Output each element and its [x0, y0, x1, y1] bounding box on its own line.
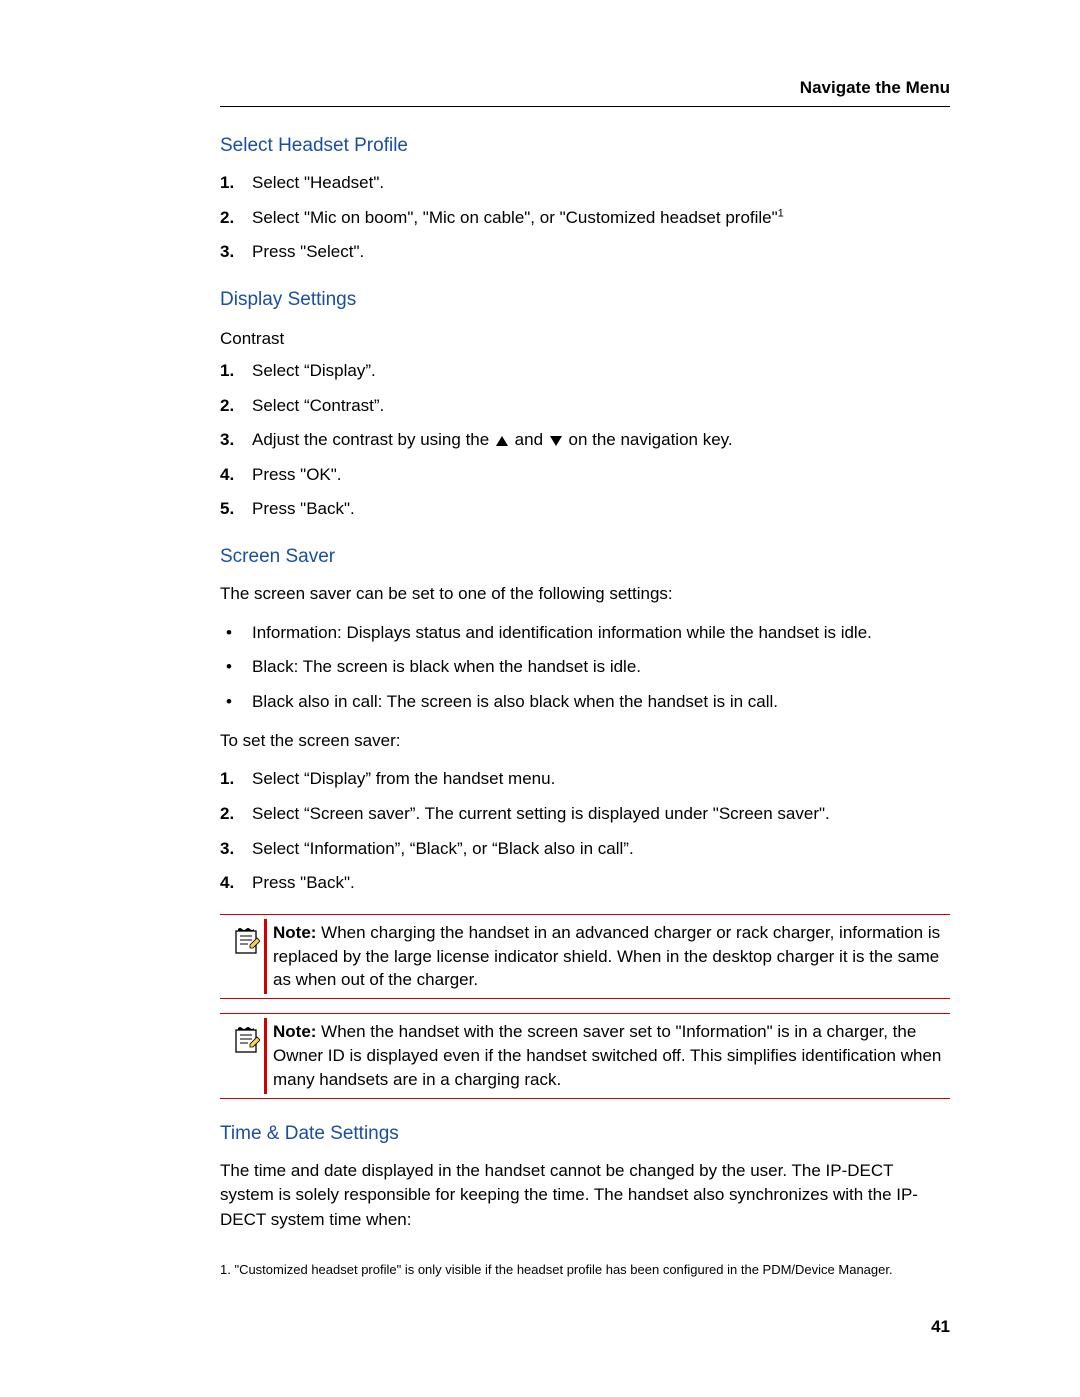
list-item: Press "Back". — [220, 871, 950, 896]
list-item: Black: The screen is black when the hand… — [220, 655, 950, 680]
heading-select-headset-profile: Select Headset Profile — [220, 135, 950, 157]
running-header: Navigate the Menu — [220, 78, 950, 98]
headset-steps-list: Select "Headset". Select "Mic on boom", … — [220, 171, 950, 265]
note-body: When charging the handset in an advanced… — [273, 923, 940, 990]
list-item: Press "OK". — [220, 463, 950, 488]
footnote: 1. "Customized headset profile" is only … — [220, 1261, 950, 1279]
note-icon-wrap — [220, 1018, 262, 1060]
page-number: 41 — [931, 1317, 950, 1337]
up-arrow-icon — [496, 436, 508, 446]
note-text: Note: When the handset with the screen s… — [267, 1018, 950, 1093]
body-text: To set the screen saver: — [220, 729, 950, 754]
list-item: Select “Display” from the handset menu. — [220, 767, 950, 792]
footnote-ref: 1 — [778, 207, 784, 219]
list-item: Select “Information”, “Black”, or “Black… — [220, 837, 950, 862]
list-item-text-part: Adjust the contrast by using the — [252, 430, 494, 449]
list-item: Select "Headset". — [220, 171, 950, 196]
page: Navigate the Menu Select Headset Profile… — [0, 0, 1080, 1339]
note-label: Note: — [273, 923, 321, 942]
list-item: Select “Contrast”. — [220, 394, 950, 419]
note-icon — [234, 1024, 260, 1054]
note-callout: Note: When the handset with the screen s… — [220, 1013, 950, 1098]
note-callout: Note: When charging the handset in an ad… — [220, 914, 950, 999]
list-item: Adjust the contrast by using the and on … — [220, 428, 950, 453]
heading-time-date-settings: Time & Date Settings — [220, 1123, 950, 1145]
note-text: Note: When charging the handset in an ad… — [267, 919, 950, 994]
list-item: Select "Mic on boom", "Mic on cable", or… — [220, 206, 950, 231]
body-text: The time and date displayed in the hands… — [220, 1159, 950, 1233]
list-item: Select “Screen saver”. The current setti… — [220, 802, 950, 827]
list-item: Information: Displays status and identif… — [220, 621, 950, 646]
list-item: Black also in call: The screen is also b… — [220, 690, 950, 715]
screensaver-steps-list: Select “Display” from the handset menu. … — [220, 767, 950, 896]
subheading-contrast: Contrast — [220, 329, 950, 349]
list-item-text-part: on the navigation key. — [568, 430, 732, 449]
screensaver-options-list: Information: Displays status and identif… — [220, 621, 950, 715]
header-rule — [220, 106, 950, 107]
list-item: Press "Select". — [220, 240, 950, 265]
list-item: Select “Display”. — [220, 359, 950, 384]
note-icon-wrap — [220, 919, 262, 961]
list-item: Press "Back". — [220, 497, 950, 522]
list-item-text: Select "Mic on boom", "Mic on cable", or… — [252, 208, 778, 227]
display-steps-list: Select “Display”. Select “Contrast”. Adj… — [220, 359, 950, 522]
note-icon — [234, 925, 260, 955]
note-body: When the handset with the screen saver s… — [273, 1022, 941, 1089]
list-item-text-part: and — [515, 430, 548, 449]
heading-screen-saver: Screen Saver — [220, 546, 950, 568]
heading-display-settings: Display Settings — [220, 289, 950, 311]
body-text: The screen saver can be set to one of th… — [220, 582, 950, 607]
down-arrow-icon — [550, 436, 562, 446]
note-label: Note: — [273, 1022, 321, 1041]
